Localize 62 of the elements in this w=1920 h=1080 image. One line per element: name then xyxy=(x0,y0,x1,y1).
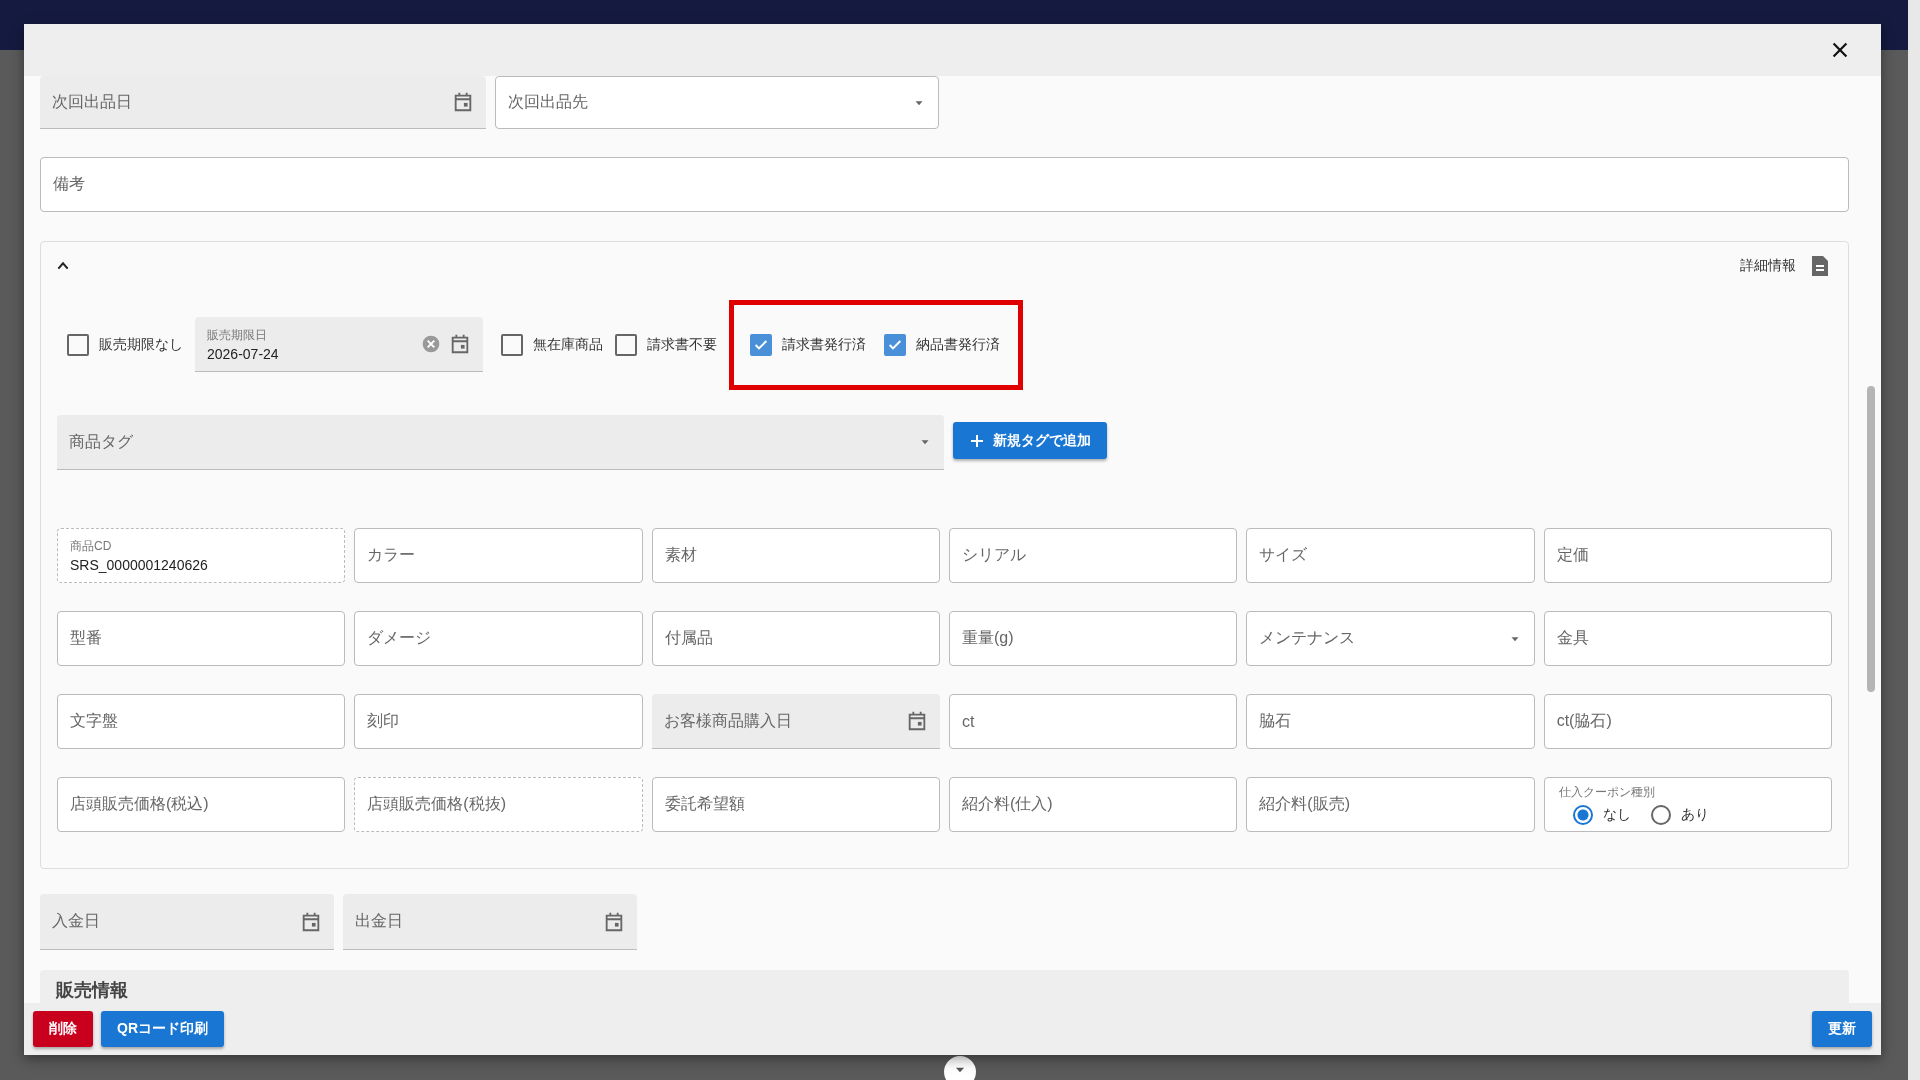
checkbox[interactable] xyxy=(501,333,523,356)
text-field[interactable]: ct(脇石) xyxy=(1543,694,1832,749)
text-field[interactable]: 紹介料(仕入) xyxy=(949,777,1238,832)
checkbox-option[interactable]: 請求書不要 xyxy=(615,333,717,356)
date-field[interactable]: 出金日 xyxy=(343,894,637,950)
plus-icon xyxy=(969,432,985,449)
scrollbar[interactable] xyxy=(1908,0,1920,1080)
text-field[interactable]: ダメージ xyxy=(354,611,643,666)
checkbox-option[interactable]: 無在庫商品 xyxy=(501,333,603,356)
date-field[interactable]: お客様商品購入日 xyxy=(651,694,940,749)
checkbox[interactable] xyxy=(750,333,772,356)
readonly-field: 商品CD SRS_0000001240626 xyxy=(57,528,346,583)
radio-group: 仕入クーポン種別 なし あり xyxy=(1543,777,1832,832)
expand-button[interactable] xyxy=(944,1056,976,1080)
text-field[interactable]: 文字盤 xyxy=(57,694,346,749)
radio-option[interactable]: なし xyxy=(1572,805,1631,825)
calendar-icon xyxy=(300,910,322,933)
update-button[interactable]: 更新 xyxy=(1812,1011,1872,1047)
calendar-icon xyxy=(452,91,474,113)
checkbox-option[interactable]: 販売期限なし xyxy=(67,333,183,356)
checkbox[interactable] xyxy=(67,333,89,356)
text-field[interactable]: 重量(g) xyxy=(949,611,1238,666)
date-field[interactable]: 販売期限日 2026-07-24 xyxy=(195,317,483,372)
text-field[interactable]: 金具 xyxy=(1543,611,1832,666)
text-field[interactable]: 付属品 xyxy=(651,611,940,666)
readonly-field: 店頭販売価格(税抜) xyxy=(354,777,643,832)
text-field[interactable]: 刻印 xyxy=(354,694,643,749)
calendar-icon xyxy=(906,710,928,732)
document-icon xyxy=(1810,255,1830,277)
scrollbar[interactable] xyxy=(1867,386,1875,692)
checkbox-option[interactable]: 納品書発行済 xyxy=(884,333,1000,356)
text-field[interactable]: 店頭販売価格(税込) xyxy=(57,777,346,832)
footer-button[interactable]: QRコード印刷 xyxy=(101,1011,224,1047)
clear-icon xyxy=(421,334,441,354)
text-field[interactable]: シリアル xyxy=(949,528,1238,583)
calendar-icon xyxy=(449,333,471,355)
tag-select-field[interactable]: 商品タグ xyxy=(57,415,944,470)
text-field[interactable]: カラー xyxy=(354,528,643,583)
radio-button[interactable] xyxy=(1650,805,1671,825)
text-field[interactable]: 脇石 xyxy=(1246,694,1535,749)
add-tag-button[interactable]: 新規タグで追加 xyxy=(953,422,1107,459)
text-field[interactable]: 定価 xyxy=(1543,528,1832,583)
date-field[interactable]: 入金日 xyxy=(40,894,334,950)
radio-button[interactable] xyxy=(1572,805,1593,825)
section-title: 販売情報 xyxy=(56,980,128,1000)
radio-option[interactable]: あり xyxy=(1650,805,1709,825)
text-field[interactable]: ct xyxy=(949,694,1238,749)
select-field[interactable]: メンテナンス xyxy=(1246,611,1535,666)
checkbox[interactable] xyxy=(615,333,637,356)
text-field[interactable]: 紹介料(販売) xyxy=(1246,777,1535,832)
select-field[interactable]: 次回出品先 xyxy=(495,76,939,129)
details-title: 詳細情報 xyxy=(1740,257,1796,275)
text-field[interactable]: 委託希望額 xyxy=(651,777,940,832)
text-field[interactable]: 型番 xyxy=(57,611,346,666)
text-field[interactable]: 素材 xyxy=(651,528,940,583)
footer-button[interactable]: 削除 xyxy=(33,1011,93,1047)
remarks-field[interactable]: 備考 xyxy=(40,157,1849,212)
text-field[interactable]: サイズ xyxy=(1246,528,1535,583)
calendar-icon xyxy=(603,910,625,933)
date-field[interactable]: 次回出品日 xyxy=(40,76,486,129)
checkbox[interactable] xyxy=(884,333,906,356)
checkbox-option[interactable]: 請求書発行済 xyxy=(750,333,866,356)
